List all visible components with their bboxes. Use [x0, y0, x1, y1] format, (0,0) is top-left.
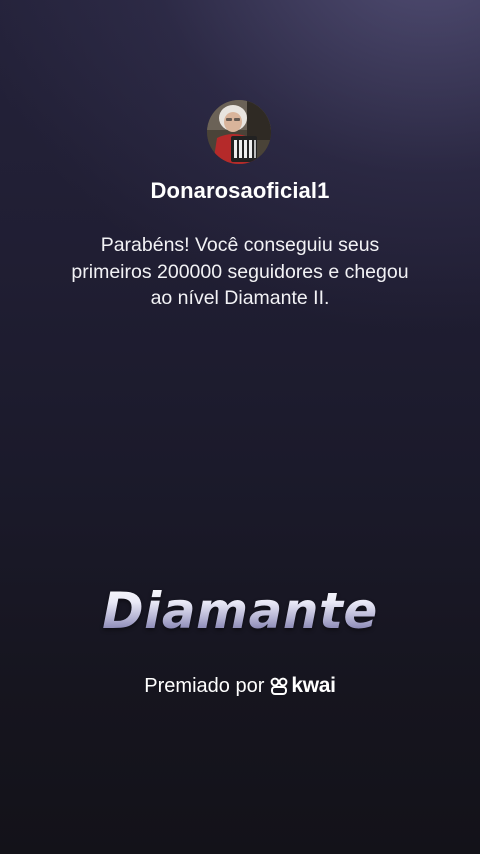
achievement-screen: Donarosaoficial1 Parabéns! Você consegui…	[0, 0, 480, 854]
kwai-brand: kwai	[270, 674, 336, 698]
level-title: Diamante	[0, 582, 480, 640]
kwai-logo-icon	[270, 677, 288, 695]
avatar-photo-icon	[207, 100, 271, 164]
user-avatar[interactable]	[207, 100, 271, 164]
kwai-wordmark: kwai	[291, 674, 336, 697]
awarded-by: Premiado por kwai	[0, 674, 480, 698]
congratulations-message: Parabéns! Você conseguiu seus primeiros …	[71, 234, 409, 309]
username: Donarosaoficial1	[150, 178, 330, 203]
awarded-by-label: Premiado por	[144, 674, 265, 697]
